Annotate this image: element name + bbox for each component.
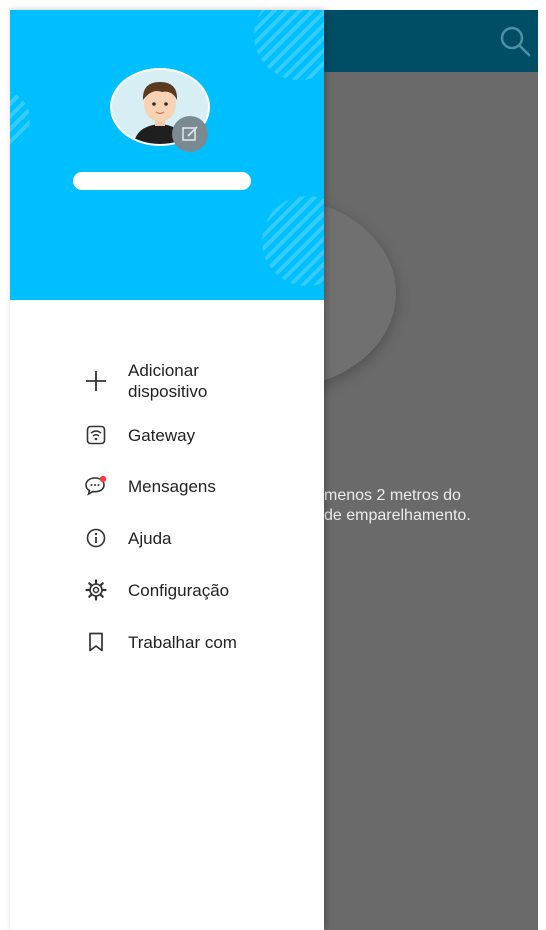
gear-icon — [82, 576, 110, 604]
pairing-hint-line1: menos 2 metros do — [324, 487, 461, 504]
menu-item-help[interactable]: Ajuda — [82, 518, 312, 558]
edit-icon — [182, 126, 198, 141]
decor-circle — [254, 10, 324, 80]
profile-avatar-area[interactable] — [110, 68, 210, 152]
menu-item-label: Adicionar dispositivo — [128, 361, 208, 401]
bookmark-icon — [82, 628, 110, 656]
menu-item-messages[interactable]: Mensagens — [82, 466, 312, 506]
edit-profile-button[interactable] — [172, 116, 208, 152]
profile-name[interactable] — [73, 172, 251, 190]
info-icon — [82, 524, 110, 552]
menu-item-label: Trabalhar com — [128, 632, 237, 652]
menu-item-gateway[interactable]: Gateway — [82, 415, 312, 455]
drawer-header — [10, 10, 324, 300]
menu-item-label: Mensagens — [128, 476, 216, 496]
menu-item-label: Gateway — [128, 425, 196, 445]
plus-icon — [82, 367, 110, 395]
pairing-hint-line2: de emparelhamento. — [324, 507, 471, 524]
navigation-drawer: Adicionar dispositivo Gateway Mensagens … — [10, 10, 324, 930]
decor-circle — [262, 196, 324, 286]
pairing-hint: menos 2 metros do de emparelhamento. — [324, 486, 471, 526]
menu-item-label: Configuração — [128, 580, 230, 600]
screen: menos 2 metros do de emparelhamento. Adi… — [0, 0, 546, 930]
gateway-icon — [82, 421, 110, 449]
notification-badge — [99, 475, 107, 483]
menu-item-label: Ajuda — [128, 528, 172, 548]
decor-circle — [10, 90, 30, 150]
menu-item-works-with[interactable]: Trabalhar com — [82, 622, 312, 662]
menu-item-add-device[interactable]: Adicionar dispositivo — [82, 358, 312, 404]
message-icon — [82, 472, 110, 500]
search-icon[interactable] — [498, 24, 532, 58]
menu-item-settings[interactable]: Configuração — [82, 570, 312, 610]
